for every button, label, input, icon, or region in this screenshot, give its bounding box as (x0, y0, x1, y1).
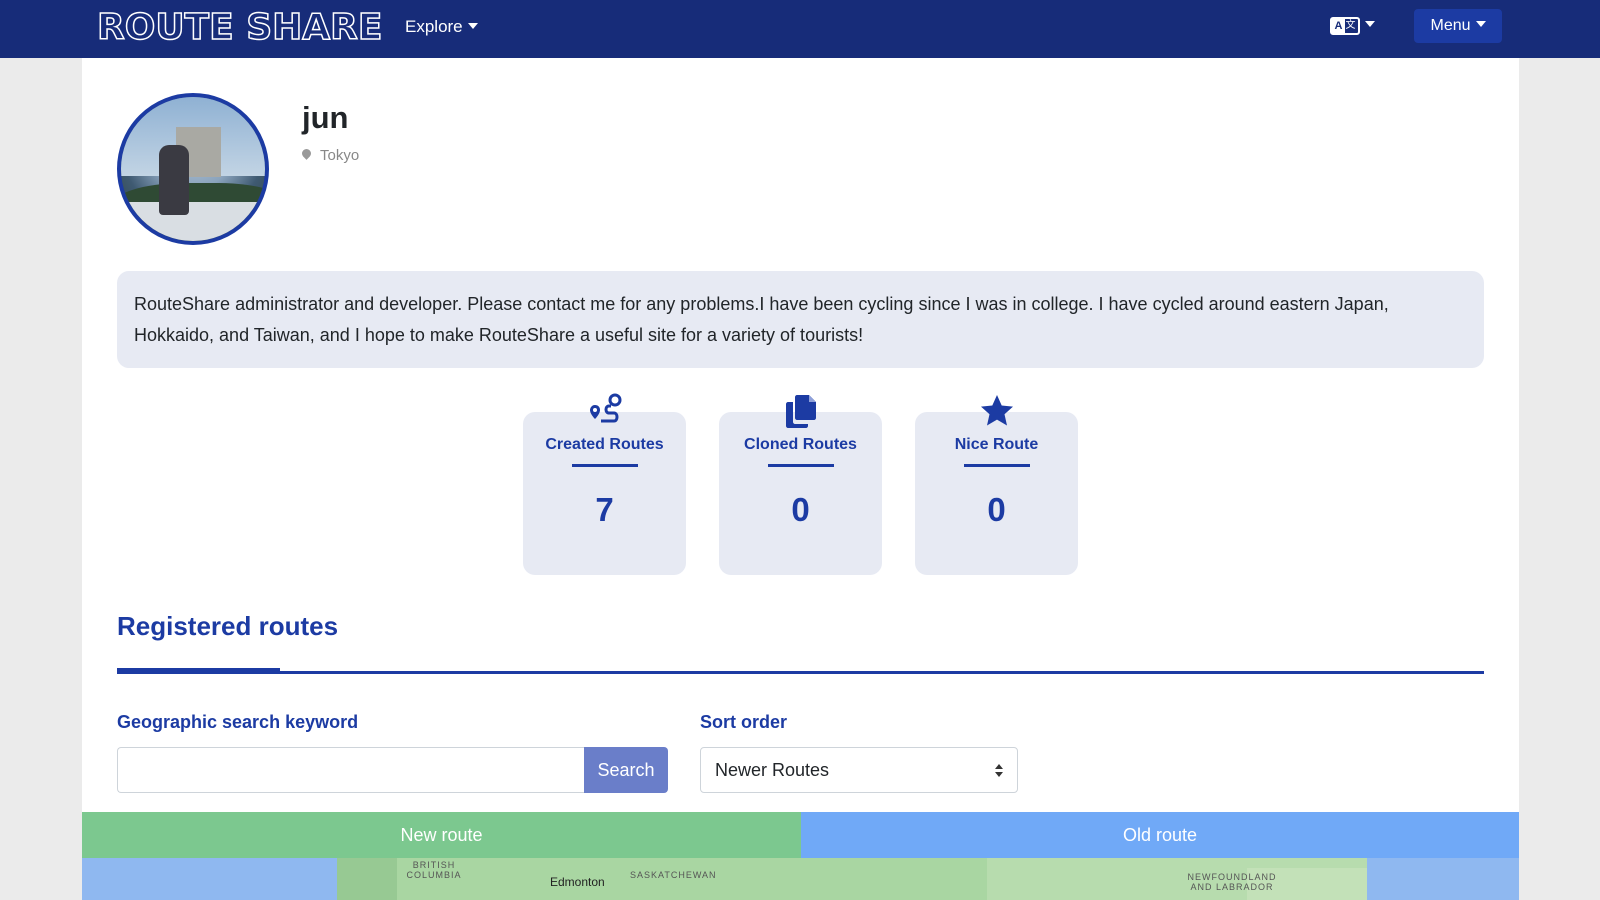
chevron-down-icon (467, 23, 478, 29)
profile-name: jun (302, 100, 349, 135)
stat-label: Created Routes (545, 436, 664, 453)
search-input[interactable] (117, 747, 584, 793)
profile-location: Tokyo (302, 147, 359, 164)
map-label: NEWFOUNDLAND AND LABRADOR (1187, 872, 1277, 892)
map-city-label: Edmonton (550, 875, 605, 889)
explore-dropdown[interactable]: Explore (405, 16, 478, 38)
search-label: Geographic search keyword (117, 712, 359, 732)
sort-selected-value: Newer Routes (715, 760, 830, 780)
sort-label: Sort order (700, 712, 788, 732)
tab-old-route[interactable]: Old route (801, 812, 1519, 858)
stat-label: Cloned Routes (744, 436, 857, 453)
chevron-down-icon (1365, 21, 1375, 28)
menu-label: Menu (1430, 17, 1471, 34)
stat-nice-route: Nice Route 0 (915, 395, 1078, 575)
tab-new-route[interactable]: New route (82, 812, 801, 858)
translate-icon: A文 (1330, 17, 1360, 35)
map-label: SASKATCHEWAN (630, 870, 717, 880)
location-text: Tokyo (320, 147, 360, 164)
menu-button[interactable]: Menu (1414, 9, 1502, 43)
stat-value: 0 (987, 491, 1006, 528)
copy-icon (785, 395, 816, 428)
stat-value: 0 (791, 491, 810, 528)
stat-cloned-routes: Cloned Routes 0 (719, 395, 882, 575)
select-arrows-icon (995, 764, 1003, 778)
explore-label: Explore (405, 17, 463, 36)
chevron-down-icon (1475, 21, 1486, 27)
section-tab-indicator (117, 668, 280, 673)
route-icon (589, 393, 621, 423)
map-label: BRITISH COLUMBIA (406, 860, 462, 880)
stat-created-routes: Created Routes 7 (523, 393, 686, 575)
route-map[interactable]: BRITISH COLUMBIA Edmonton SASKATCHEWAN N… (82, 858, 1519, 900)
navbar: ROUTE SHARE Explore A文 Menu (0, 0, 1600, 58)
stat-value: 7 (595, 491, 614, 528)
language-dropdown[interactable]: A文 (1330, 17, 1375, 35)
section-divider (117, 671, 1484, 674)
avatar (117, 93, 269, 245)
map-pin-icon (302, 149, 311, 161)
stat-label: Nice Route (954, 436, 1039, 453)
brand-logo[interactable]: ROUTE SHARE (96, 7, 383, 49)
profile-bio: RouteShare administrator and developer. … (117, 271, 1484, 368)
sort-select[interactable]: Newer Routes (700, 747, 1018, 793)
search-button[interactable]: Search (584, 747, 668, 793)
star-icon (980, 395, 1013, 426)
section-title: Registered routes (117, 611, 339, 641)
